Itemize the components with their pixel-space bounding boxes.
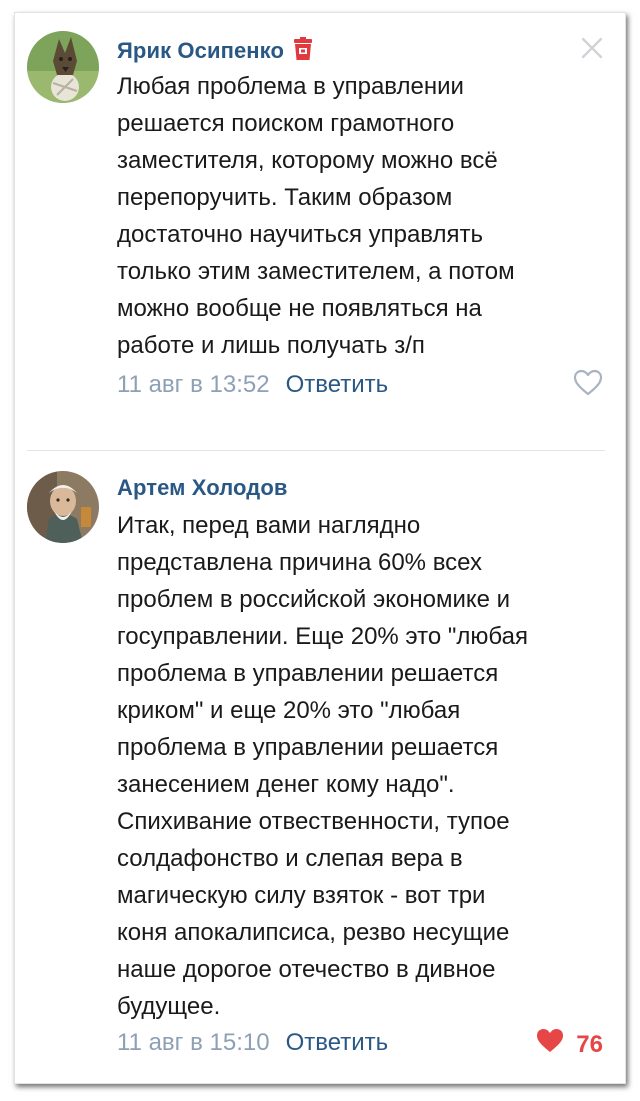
trash-can-icon (292, 37, 314, 67)
heart-filled-icon (534, 1027, 566, 1062)
avatar[interactable] (27, 471, 99, 543)
avatar[interactable] (27, 31, 99, 103)
like-count: 76 (576, 1030, 603, 1058)
comment-date[interactable]: 11 авг в 13:52 (117, 371, 270, 398)
comment-text: Любая проблема в управлении решается пои… (117, 73, 515, 359)
like-button[interactable] (573, 369, 603, 404)
reply-button[interactable]: Ответить (286, 371, 389, 398)
comments-panel: Ярик Осипенко Любая проблема в управлени… (14, 12, 626, 1084)
comment-date[interactable]: 11 авг в 15:10 (117, 1029, 270, 1056)
heart-outline-icon (573, 369, 603, 404)
author-name[interactable]: Артем Холодов (117, 475, 287, 501)
comment-text: Итак, перед вами наглядно представлена п… (117, 512, 528, 1020)
like-button[interactable]: 76 (534, 1027, 603, 1062)
close-icon[interactable] (579, 35, 605, 61)
author-name[interactable]: Ярик Осипенко (117, 37, 314, 67)
comment-meta: 11 авг в 15:10 Ответить (117, 1029, 388, 1057)
comment-meta: 11 авг в 13:52 Ответить (117, 371, 388, 399)
reply-button[interactable]: Ответить (286, 1029, 389, 1056)
divider (27, 450, 605, 451)
